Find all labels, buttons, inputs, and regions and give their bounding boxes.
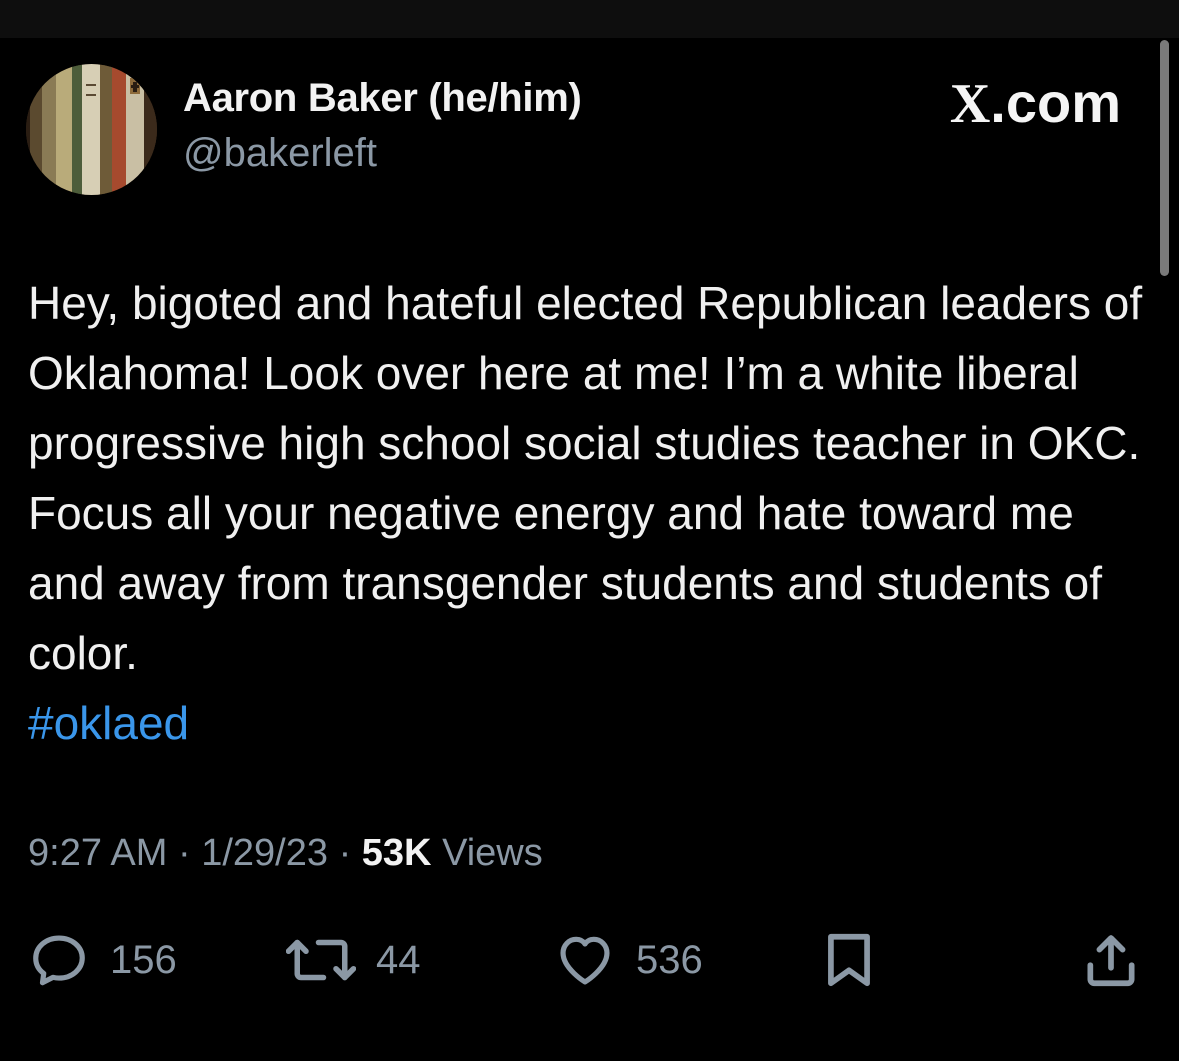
bookmark-button[interactable]	[818, 920, 880, 1000]
tweet-meta: 9:27 AM · 1/29/23 · 53K Views	[28, 832, 543, 875]
top-strip	[0, 0, 1179, 38]
hashtag-link[interactable]: #oklaed	[28, 688, 1153, 758]
reply-button[interactable]: 156	[28, 920, 177, 1000]
meta-separator: ·	[177, 832, 191, 874]
tweet-text: Hey, bigoted and hateful elected Republi…	[28, 277, 1143, 679]
share-icon	[1087, 935, 1135, 987]
repost-button[interactable]: 44	[286, 920, 421, 1000]
display-name[interactable]: Aaron Baker (he/him)	[183, 76, 582, 121]
avatar[interactable]	[26, 64, 157, 195]
x-logo-icon: X	[949, 73, 991, 135]
like-count: 536	[636, 937, 703, 982]
views-count: 53K	[361, 832, 432, 874]
heart-icon	[560, 936, 610, 985]
like-button[interactable]: 536	[554, 920, 703, 1000]
brand-suffix: .com	[990, 71, 1121, 134]
tweet-body: Hey, bigoted and hateful elected Republi…	[28, 268, 1153, 758]
reply-count: 156	[110, 937, 177, 982]
repost-count: 44	[376, 937, 421, 982]
handle[interactable]: @bakerleft	[183, 131, 377, 176]
tweet-date[interactable]: 1/29/23	[201, 832, 328, 874]
views-label: Views	[442, 832, 543, 874]
bookmark-icon	[828, 933, 870, 987]
tweet-time[interactable]: 9:27 AM	[28, 832, 167, 874]
share-button[interactable]	[1080, 920, 1142, 1000]
reply-icon	[33, 935, 85, 986]
scrollbar[interactable]	[1160, 40, 1169, 276]
brand-logo: X .com	[950, 70, 1121, 136]
action-bar: 156 44 536	[0, 920, 1179, 1000]
meta-separator: ·	[338, 832, 352, 874]
avatar-bookshelf	[26, 64, 157, 195]
repost-icon	[286, 939, 356, 981]
